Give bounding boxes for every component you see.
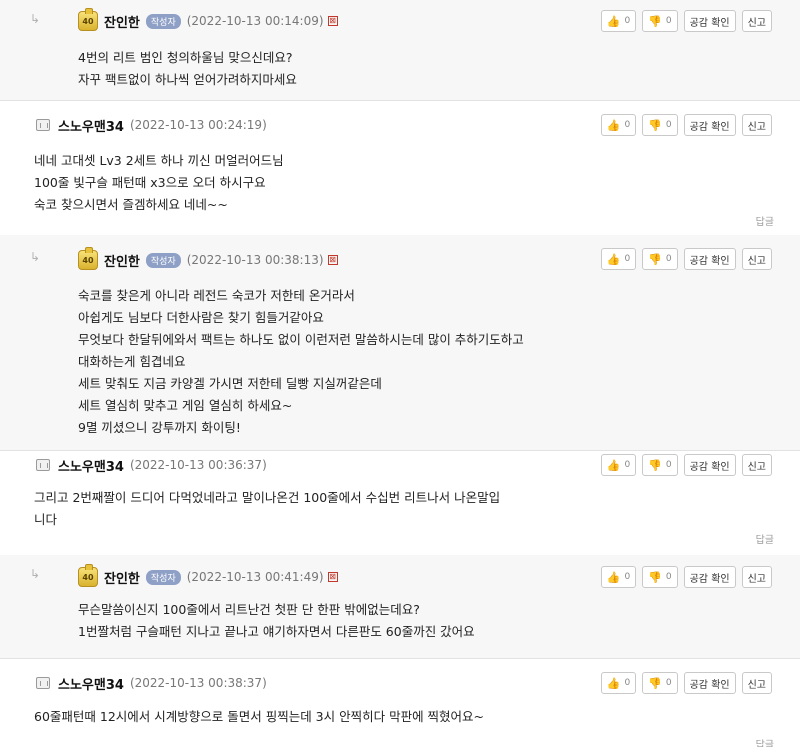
reply-arrow-icon: ↳ [30,12,41,26]
thumb-down-icon: 👎 [648,252,662,266]
agree-check-button[interactable]: 공감 확인 [683,672,736,694]
reply-arrow-icon: ↳ [30,567,41,581]
report-mark-icon[interactable]: ⊠ [327,572,338,582]
comment-text: 숙코를 찾은게 아니라 레전드 숙코가 저한테 온거라서 아쉽게도 님보다 더한… [78,288,524,435]
report-button[interactable]: 신고 [741,566,772,588]
thumb-down-icon: 👎 [648,676,662,690]
thumb-up-icon: 👍 [606,676,621,690]
comment: 스노우맨34 (2022-10-13 00:38:37) 👍 0 👎 0 공감 확인… [0,658,800,747]
thumb-down-icon: 👎 [648,570,662,584]
comment-reply: ↳ 40 잔인한 작성자 (2022-10-13 00:14:09) ⊠ 👍 0 … [0,0,800,100]
user-icon [34,117,52,133]
like-button[interactable]: 👍 0 [600,454,637,476]
like-button[interactable]: 👍 0 [600,248,637,270]
comment-text: 그리고 2번째짤이 드디어 다먹었네라고 말이나온건 100줄에서 수십번 리트… [34,490,501,527]
level-badge-icon: 40 [78,8,98,31]
comment-text: 4번의 리트 범인 청의하울님 맞으신데요? 자꾸 팩트없이 하나씩 얻어가려하… [78,50,297,87]
reply-link[interactable]: 답글 [756,531,774,546]
comment: 스노우맨34 (2022-10-13 00:36:37) 👍 0 👎 0 공감 확인… [0,450,800,555]
thumb-down-icon: 👎 [648,14,662,28]
comment-nickname[interactable]: 스노우맨34 [58,116,124,135]
comment: 스노우맨34 (2022-10-13 00:24:19) 👍 0 👎 0 공감 확인… [0,100,800,235]
comment-date: (2022-10-13 00:38:13) [186,253,324,267]
agree-check-button[interactable]: 공감 확인 [683,114,736,136]
author-tag: 작성자 [145,13,181,29]
comment-text: 무슨말씀이신지 100줄에서 리트난건 첫판 단 한판 밖에없는데요? 1번짤처… [78,602,475,639]
agree-check-button[interactable]: 공감 확인 [683,248,736,270]
comment-date: (2022-10-13 00:14:09) [186,14,324,28]
report-mark-icon[interactable]: ⊠ [327,16,338,26]
comment-reply: ↳ 40 잔인한 작성자 (2022-10-13 00:41:49) ⊠ 👍 0 … [0,555,800,658]
report-button[interactable]: 신고 [741,248,772,270]
report-button[interactable]: 신고 [741,114,772,136]
comment-reply: ↳ 40 잔인한 작성자 (2022-10-13 00:38:13) ⊠ 👍 0 … [0,235,800,450]
like-button[interactable]: 👍 0 [600,672,637,694]
report-button[interactable]: 신고 [741,454,772,476]
comment-nickname[interactable]: 잔인한 [104,12,140,31]
agree-check-button[interactable]: 공감 확인 [683,10,736,32]
dislike-button[interactable]: 👎 0 [642,454,678,476]
thumb-up-icon: 👍 [606,252,621,266]
level-badge-icon: 40 [78,564,98,587]
reply-link[interactable]: 답글 [756,736,774,747]
dislike-button[interactable]: 👎 0 [642,114,678,136]
thumb-up-icon: 👍 [606,14,621,28]
report-button[interactable]: 신고 [741,10,772,32]
user-icon [34,457,52,473]
dislike-button[interactable]: 👎 0 [642,10,678,32]
like-button[interactable]: 👍 0 [600,114,637,136]
thumb-down-icon: 👎 [648,458,662,472]
dislike-button[interactable]: 👎 0 [642,566,678,588]
comment-nickname[interactable]: 잔인한 [104,251,140,270]
agree-check-button[interactable]: 공감 확인 [683,454,736,476]
user-icon [34,675,52,691]
thumb-up-icon: 👍 [606,570,621,584]
report-button[interactable]: 신고 [741,672,772,694]
comment-date: (2022-10-13 00:41:49) [186,570,324,584]
dislike-button[interactable]: 👎 0 [642,248,678,270]
comment-nickname[interactable]: 스노우맨34 [58,456,124,475]
dislike-button[interactable]: 👎 0 [642,672,678,694]
thumb-down-icon: 👎 [648,118,662,132]
comment-nickname[interactable]: 잔인한 [104,568,140,587]
comment-date: (2022-10-13 00:36:37) [129,458,267,472]
like-button[interactable]: 👍 0 [600,10,637,32]
reply-link[interactable]: 답글 [756,213,774,228]
author-tag: 작성자 [145,569,181,585]
comment-date: (2022-10-13 00:24:19) [129,118,267,132]
report-mark-icon[interactable]: ⊠ [327,255,338,265]
thumb-up-icon: 👍 [606,118,621,132]
author-tag: 작성자 [145,252,181,268]
comment-text: 60줄패턴때 12시에서 시계방향으로 돌면서 핑찍는데 3시 안찍히다 막판에… [34,709,485,724]
like-button[interactable]: 👍 0 [600,566,637,588]
level-badge-icon: 40 [78,247,98,270]
thumb-up-icon: 👍 [606,458,621,472]
comment-text: 네네 고대셋 Lv3 2세트 하나 끼신 머얼러어드님 100줄 빛구슬 패턴때… [34,153,284,212]
agree-check-button[interactable]: 공감 확인 [683,566,736,588]
comment-nickname[interactable]: 스노우맨34 [58,674,124,693]
reply-arrow-icon: ↳ [30,250,41,264]
comment-date: (2022-10-13 00:38:37) [129,676,267,690]
